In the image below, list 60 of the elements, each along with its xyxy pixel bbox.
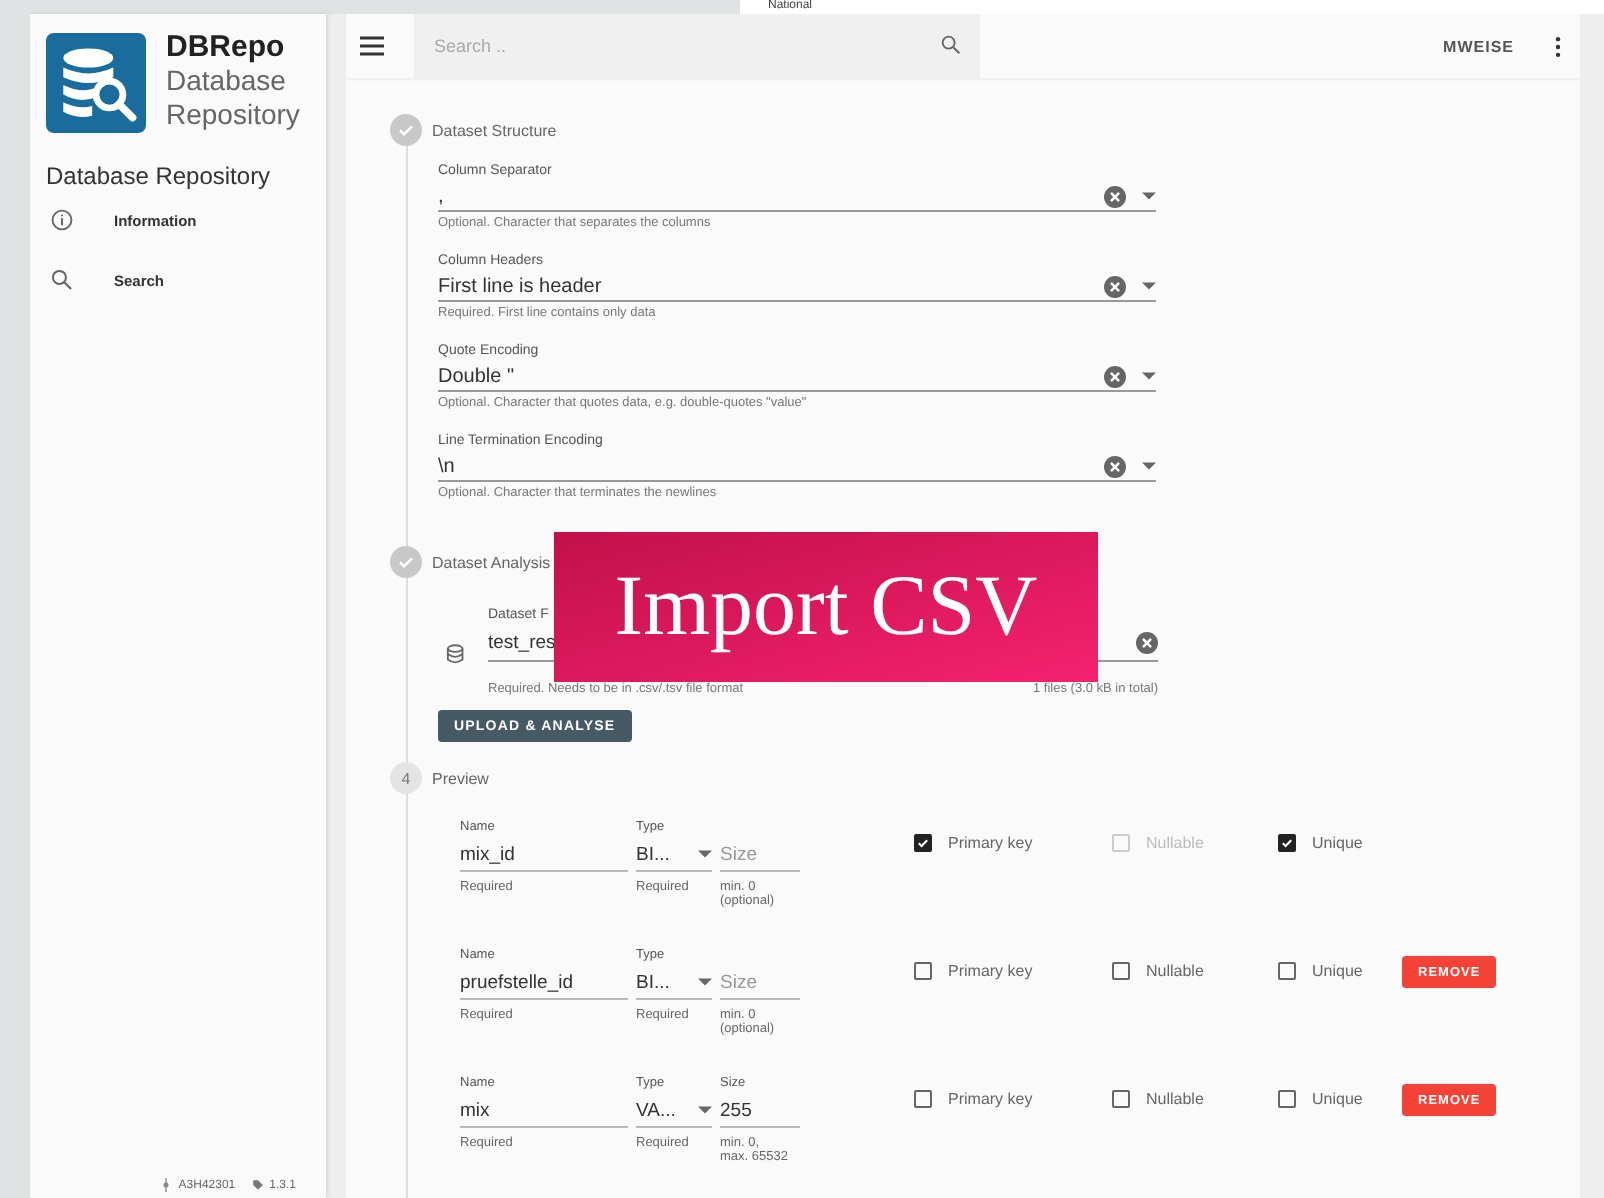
name-field[interactable]: mix_id <box>460 838 628 872</box>
database-search-logo-icon <box>46 30 146 136</box>
tag-icon <box>251 1178 264 1192</box>
checkbox-label: Primary key <box>948 1089 1033 1107</box>
step-title: Dataset Analysis <box>432 553 551 571</box>
type-select[interactable]: BI... <box>636 838 712 872</box>
clear-icon[interactable] <box>1104 455 1126 477</box>
caret-icon <box>698 850 712 858</box>
caret-icon <box>1142 192 1156 200</box>
search-field[interactable]: Search .. <box>414 14 980 78</box>
checkbox-label: Nullable <box>1146 1089 1204 1107</box>
search-icon <box>50 268 74 292</box>
more-options-icon[interactable] <box>1554 35 1562 57</box>
select-field[interactable]: \n <box>438 452 1156 482</box>
checkbox-label: Unique <box>1312 1089 1363 1107</box>
checkbox-label: Nullable <box>1146 833 1204 851</box>
checkbox[interactable] <box>914 1089 932 1107</box>
user-button[interactable]: MWEISE <box>1435 33 1522 59</box>
name-field[interactable]: mix <box>460 1094 628 1128</box>
info-icon <box>50 208 74 232</box>
step-title: Preview <box>432 769 489 787</box>
app-subtitle: Database Repository <box>166 64 302 132</box>
checkbox[interactable] <box>1112 1089 1130 1107</box>
checkbox-label: Primary key <box>948 833 1033 851</box>
size-field[interactable]: 255 <box>720 1094 800 1128</box>
clear-icon[interactable] <box>1104 365 1126 387</box>
name-field[interactable]: pruefstelle_id <box>460 966 628 1000</box>
sidebar-heading: Database Repository <box>44 160 273 190</box>
checkbox-label: Primary key <box>948 961 1033 979</box>
menu-icon[interactable] <box>360 36 384 56</box>
checkbox[interactable] <box>1278 961 1296 979</box>
checkbox-label: Unique <box>1312 833 1363 851</box>
checkbox-label: Nullable <box>1146 961 1204 979</box>
caret-icon <box>1142 372 1156 380</box>
title-banner: Import CSV <box>554 532 1098 682</box>
checkbox[interactable] <box>1112 961 1130 979</box>
step-number: 4 <box>390 762 422 794</box>
checkbox[interactable] <box>1278 1089 1296 1107</box>
file-input-field[interactable]: test_res <box>488 632 556 654</box>
caret-icon <box>698 978 712 986</box>
checkbox[interactable] <box>914 961 932 979</box>
checkbox-label: Unique <box>1312 961 1363 979</box>
clear-icon[interactable] <box>1104 275 1126 297</box>
clear-icon[interactable] <box>1136 632 1158 654</box>
type-select[interactable]: BI... <box>636 966 712 1000</box>
commit-icon <box>160 1178 173 1192</box>
app-title: DBRepo <box>166 30 287 64</box>
caret-icon <box>698 1106 712 1114</box>
search-icon <box>940 34 962 56</box>
clear-icon[interactable] <box>1104 185 1126 207</box>
checkbox[interactable] <box>914 833 932 851</box>
checkbox[interactable] <box>1278 833 1296 851</box>
type-select[interactable]: VA... <box>636 1094 712 1128</box>
select-field[interactable]: First line is header <box>438 272 1156 302</box>
select-field[interactable]: , <box>438 182 1156 212</box>
caret-icon <box>1142 462 1156 470</box>
caret-icon <box>1142 282 1156 290</box>
file-icon <box>446 643 468 665</box>
select-field[interactable]: Double " <box>438 362 1156 392</box>
step-title: Dataset Structure <box>432 121 557 139</box>
